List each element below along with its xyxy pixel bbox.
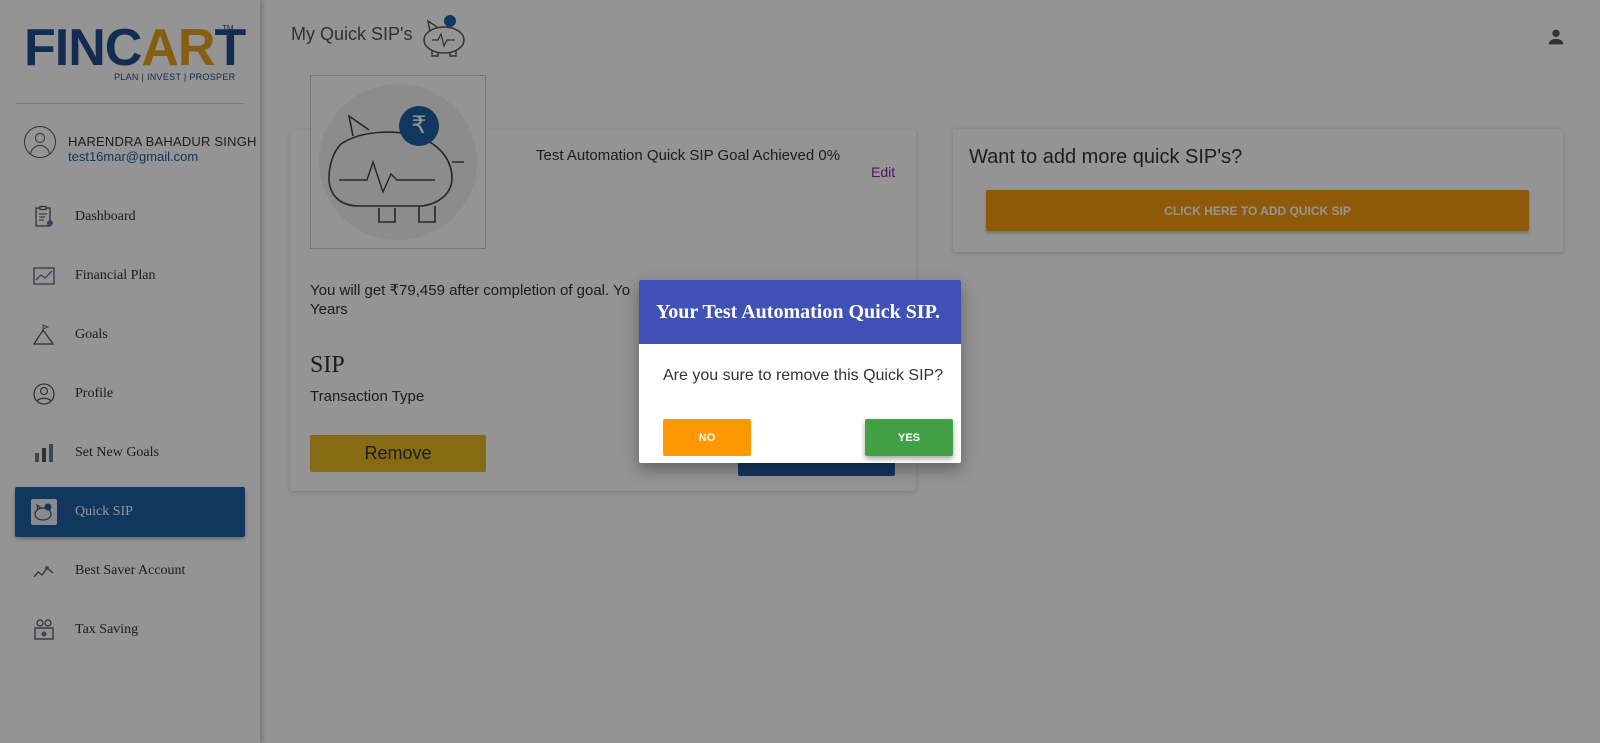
dialog-message: Are you sure to remove this Quick SIP?: [663, 367, 944, 384]
no-button[interactable]: NO: [663, 419, 751, 456]
confirm-remove-dialog: Your Test Automation Quick SIP. Are you …: [639, 280, 961, 463]
dialog-title: Your Test Automation Quick SIP.: [639, 280, 961, 344]
yes-button[interactable]: YES: [865, 419, 953, 456]
